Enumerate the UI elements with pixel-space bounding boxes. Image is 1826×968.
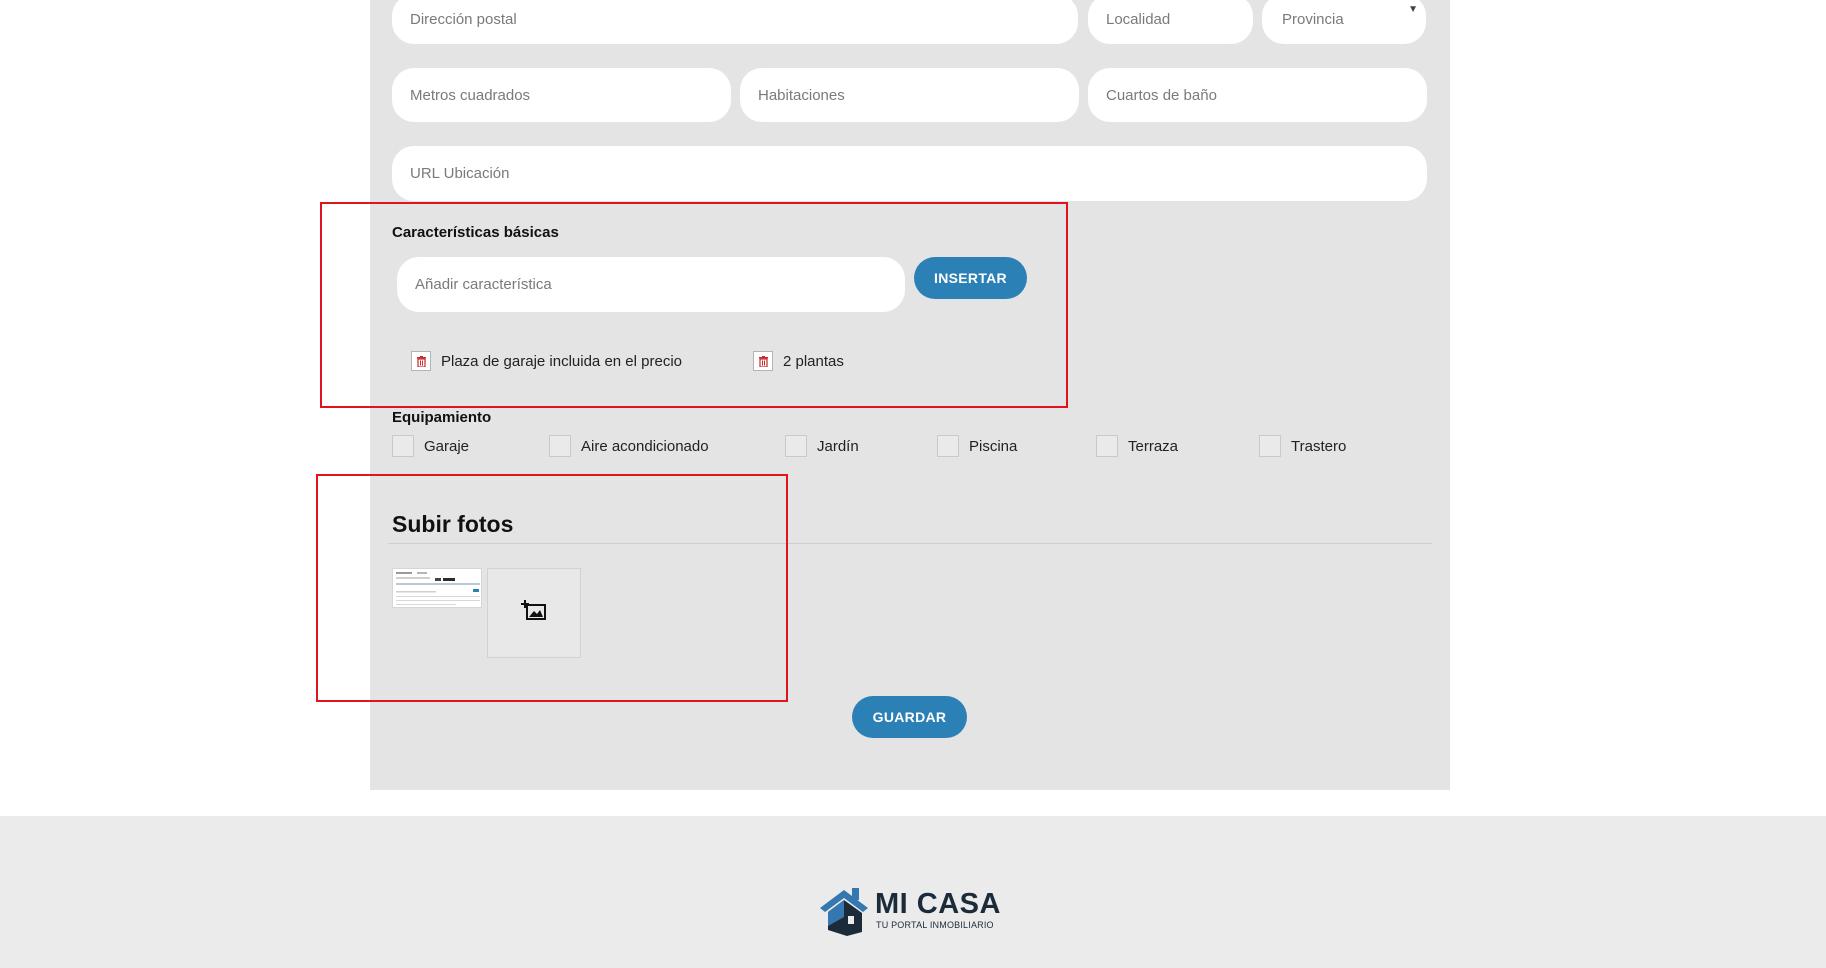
bathrooms-placeholder: Cuartos de baño	[1106, 86, 1217, 104]
rooms-field[interactable]: Habitaciones	[740, 68, 1079, 122]
checkbox-label: Trastero	[1291, 437, 1347, 455]
checkbox[interactable]	[549, 435, 571, 457]
chevron-down-icon: ▼	[1408, 4, 1418, 15]
logo-tagline: TU PORTAL INMOBILIARIO	[876, 920, 994, 930]
checkbox-trastero[interactable]: Trastero	[1259, 435, 1346, 457]
highlight-box-photos	[316, 474, 788, 702]
checkbox[interactable]	[937, 435, 959, 457]
address-field[interactable]: Dirección postal	[392, 0, 1078, 44]
house-logo-icon	[818, 886, 870, 936]
checkbox-label: Garaje	[424, 437, 470, 455]
province-value: Provincia	[1282, 10, 1344, 28]
checkbox[interactable]	[1259, 435, 1281, 457]
rooms-placeholder: Habitaciones	[758, 86, 845, 104]
equipment-title: Equipamiento	[392, 409, 492, 426]
checkbox-piscina[interactable]: Piscina	[937, 435, 1017, 457]
checkbox[interactable]	[392, 435, 414, 457]
location-url-field[interactable]: URL Ubicación	[392, 146, 1427, 201]
checkbox-label: Terraza	[1128, 437, 1179, 455]
save-button[interactable]: GUARDAR	[852, 696, 967, 738]
logo-name: MI CASA	[875, 888, 1001, 920]
location-url-placeholder: URL Ubicación	[410, 165, 510, 182]
checkbox-label: Piscina	[969, 437, 1018, 455]
bathrooms-field[interactable]: Cuartos de baño	[1088, 68, 1427, 122]
checkbox-terraza[interactable]: Terraza	[1096, 435, 1178, 457]
square-meters-field[interactable]: Metros cuadrados	[392, 68, 731, 122]
province-select[interactable]: Provincia ▼	[1262, 0, 1426, 44]
checkbox-label: Aire acondicionado	[581, 437, 709, 455]
address-placeholder: Dirección postal	[410, 10, 517, 28]
checkbox-aire-acondicionado[interactable]: Aire acondicionado	[549, 435, 709, 457]
checkbox-jardin[interactable]: Jardín	[785, 435, 859, 457]
highlight-box-features	[320, 202, 1068, 408]
checkbox-label: Jardín	[817, 437, 859, 455]
checkbox[interactable]	[1096, 435, 1118, 457]
checkbox-garaje[interactable]: Garaje	[392, 435, 469, 457]
checkbox[interactable]	[785, 435, 807, 457]
locality-placeholder: Localidad	[1106, 10, 1171, 28]
locality-field[interactable]: Localidad	[1088, 0, 1253, 44]
square-meters-placeholder: Metros cuadrados	[410, 86, 531, 104]
